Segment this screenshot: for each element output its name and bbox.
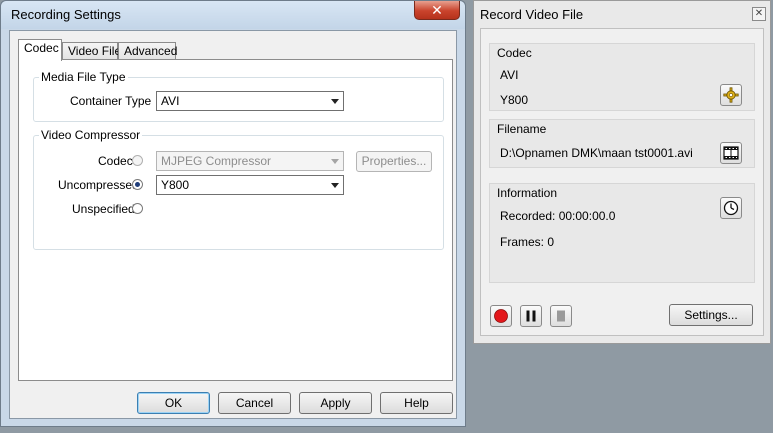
information-panel: Information Recorded: 00:00:00.0 Frames:… [489, 183, 755, 283]
timer-button[interactable] [720, 197, 742, 219]
recording-settings-window: Recording Settings ✕ Codec Video File Ad… [0, 0, 466, 427]
codec-panel: Codec AVI Y800 [489, 43, 755, 111]
codec-compression-text: Y800 [500, 93, 529, 107]
record-video-file-window: Record Video File ✕ Codec AVI Y800 Filen… [473, 0, 771, 344]
codec-select[interactable]: MJPEG Compressor [156, 151, 344, 171]
filename-path-text: D:\Opnamen DMK\maan tst0001.avi [500, 146, 693, 160]
filename-panel-title: Filename [497, 122, 547, 136]
stop-button[interactable] [550, 305, 572, 327]
record-client-area: Codec AVI Y800 Filename D:\Opnamen DMK\m… [480, 28, 764, 336]
uncompressed-format-select[interactable]: Y800 [156, 175, 344, 195]
gear-icon [723, 87, 739, 103]
select-file-button[interactable] [720, 142, 742, 164]
record-icon [494, 309, 508, 323]
codec-select-value: MJPEG Compressor [161, 154, 272, 168]
unspecified-radio-label: Unspecified [72, 202, 135, 216]
stop-icon [557, 310, 565, 322]
tab-video-file-label: Video File [68, 44, 122, 58]
codec-settings-button[interactable] [720, 84, 742, 106]
chevron-down-icon [331, 159, 339, 164]
window-title: Recording Settings [11, 7, 121, 22]
media-file-type-label: Media File Type [39, 70, 128, 84]
uncompressed-radio[interactable] [132, 179, 143, 190]
apply-button[interactable]: Apply [299, 392, 372, 414]
settings-client-area: Codec Video File Advanced Media File Typ… [9, 30, 457, 419]
clock-icon [723, 200, 739, 216]
recording-settings-titlebar[interactable]: Recording Settings [1, 1, 465, 29]
codec-format-text: AVI [500, 68, 519, 82]
filename-panel: Filename D:\Opnamen DMK\maan tst0001.avi [489, 119, 755, 168]
tab-video-file[interactable]: Video File [62, 42, 122, 60]
tab-advanced[interactable]: Advanced [118, 42, 178, 60]
container-type-value: AVI [161, 94, 180, 108]
record-button[interactable] [490, 305, 512, 327]
codec-tab-panel: Media File Type Container Type AVI Video… [18, 59, 453, 381]
information-panel-title: Information [497, 186, 558, 200]
video-compressor-group: Video Compressor Codec MJPEG Compressor … [33, 128, 444, 250]
uncompressed-format-value: Y800 [161, 178, 190, 192]
chevron-down-icon [331, 183, 339, 188]
recorded-time-text: Recorded: 00:00:00.0 [500, 209, 616, 223]
container-type-select[interactable]: AVI [156, 91, 344, 111]
tab-codec[interactable]: Codec [18, 39, 62, 61]
record-video-titlebar[interactable]: Record Video File [474, 1, 770, 27]
codec-radio-label: Codec [98, 154, 133, 168]
help-button[interactable]: Help [380, 392, 453, 414]
media-file-type-group: Media File Type Container Type AVI [33, 70, 444, 122]
ok-button[interactable]: OK [137, 392, 210, 414]
container-type-label: Container Type [70, 94, 152, 108]
video-compressor-label: Video Compressor [39, 128, 143, 142]
frames-count-text: Frames: 0 [500, 235, 555, 249]
properties-button[interactable]: Properties... [356, 151, 432, 172]
cancel-button[interactable]: Cancel [218, 392, 291, 414]
chevron-down-icon [331, 99, 339, 104]
close-button[interactable]: ✕ [752, 7, 766, 21]
window-title: Record Video File [480, 7, 584, 22]
codec-radio[interactable] [132, 155, 143, 166]
tab-codec-label: Codec [24, 41, 59, 55]
codec-panel-title: Codec [497, 46, 532, 60]
settings-button[interactable]: Settings... [669, 304, 753, 326]
tab-advanced-label: Advanced [124, 44, 178, 58]
unspecified-radio[interactable] [132, 203, 143, 214]
uncompressed-radio-label: Uncompressed [58, 178, 139, 192]
pause-icon [526, 310, 536, 322]
pause-button[interactable] [520, 305, 542, 327]
film-folder-icon [723, 146, 739, 160]
close-button[interactable]: ✕ [414, 1, 460, 20]
